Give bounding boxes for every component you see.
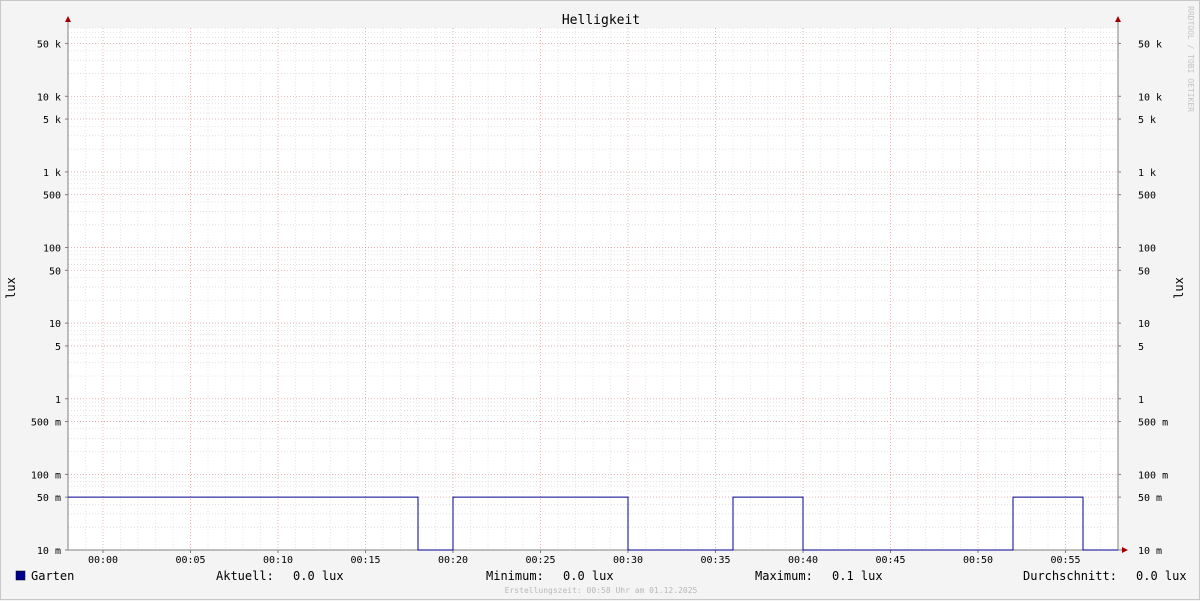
legend-max-label: Maximum:	[755, 569, 813, 583]
x-tick-label: 00:20	[438, 555, 468, 566]
y-tick-label-right: 10 k	[1138, 92, 1162, 103]
y-tick-label-left: 1 k	[43, 168, 61, 179]
x-tick-label: 00:45	[875, 555, 905, 566]
y-tick-label-right: 100 m	[1138, 470, 1168, 481]
x-tick-label: 00:00	[88, 555, 118, 566]
y-tick-label-right: 50 m	[1138, 493, 1162, 504]
y-tick-label-left: 500	[43, 191, 61, 202]
footer-timestamp: Erstellungszeit: 00:58 Uhr am 01.12.2025	[505, 586, 698, 595]
x-tick-label: 00:55	[1050, 555, 1080, 566]
brightness-chart: 50 k 50 k10 k 10 k5 k5 k1 k1 k500 500100 100…	[4, 6, 1195, 595]
y-tick-label-right: 1	[1138, 395, 1144, 406]
y-tick-label-right: 10 m	[1138, 546, 1162, 557]
legend-current-value: 0.0 lux	[293, 569, 344, 583]
legend-series-name: Garten	[31, 569, 74, 583]
y-tick-label-left: 10	[49, 319, 61, 330]
y-tick-label-right: 5	[1138, 342, 1144, 353]
x-tick-label: 00:40	[788, 555, 818, 566]
x-tick-label: 00:50	[963, 555, 993, 566]
y-axis-label-right: lux	[1172, 277, 1186, 299]
y-axis-arrow-left	[65, 16, 71, 22]
y-axis-arrow-right	[1115, 16, 1121, 22]
x-tick-label: 00:35	[700, 555, 730, 566]
y-tick-label-left: 5 k	[43, 115, 61, 126]
y-tick-label-left: 1	[55, 395, 61, 406]
y-tick-label-left: 5	[55, 342, 61, 353]
y-tick-label-left: 50 m	[37, 493, 61, 504]
y-tick-label-left: 10 k	[37, 92, 61, 103]
y-tick-label-left: 500 m	[31, 418, 61, 429]
chart-title: Helligkeit	[562, 13, 640, 28]
x-tick-label: 00:05	[175, 555, 205, 566]
y-tick-label-left: 100 m	[31, 470, 61, 481]
chart-frame: 50 k 50 k 10 k 10 k5 k5 k1 k1 k 500 500 100 100…	[0, 0, 1200, 600]
y-tick-label-right: 50 k	[1138, 39, 1162, 50]
y-tick-label-right: 500	[1138, 191, 1156, 202]
y-tick-label-left: 10 m	[37, 546, 61, 557]
x-tick-label: 00:30	[613, 555, 643, 566]
legend-avg-label: Durchschnitt:	[1023, 569, 1117, 583]
legend-max-value: 0.1 lux	[832, 569, 883, 583]
x-tick-label: 00:25	[525, 555, 555, 566]
y-tick-label-right: 1 k	[1138, 168, 1156, 179]
legend: Garten Aktuell: 0.0 lux Minimum: 0.0 lux…	[15, 569, 1187, 583]
watermark: RRDTOOL / TOBI OETIKER	[1186, 6, 1195, 112]
y-tick-label-right: 10	[1138, 319, 1150, 330]
x-axis-arrow	[1122, 547, 1128, 553]
y-tick-label-right: 100	[1138, 244, 1156, 255]
y-tick-label-right: 50	[1138, 266, 1150, 277]
legend-min-label: Minimum:	[486, 569, 544, 583]
x-tick-label: 00:15	[350, 555, 380, 566]
y-tick-label-left: 50 k	[37, 39, 61, 50]
legend-current-label: Aktuell:	[216, 569, 274, 583]
y-axis-label-left: lux	[4, 277, 18, 299]
legend-avg-value: 0.0 lux	[1136, 569, 1187, 583]
y-tick-label-left: 50	[49, 266, 61, 277]
x-tick-label: 00:10	[263, 555, 293, 566]
legend-min-value: 0.0 lux	[563, 569, 614, 583]
y-tick-label-right: 500 m	[1138, 418, 1168, 429]
y-tick-label-right: 5 k	[1138, 115, 1156, 126]
grid	[67, 27, 1119, 551]
legend-swatch-garten	[15, 570, 26, 581]
y-tick-label-left: 100	[43, 244, 61, 255]
